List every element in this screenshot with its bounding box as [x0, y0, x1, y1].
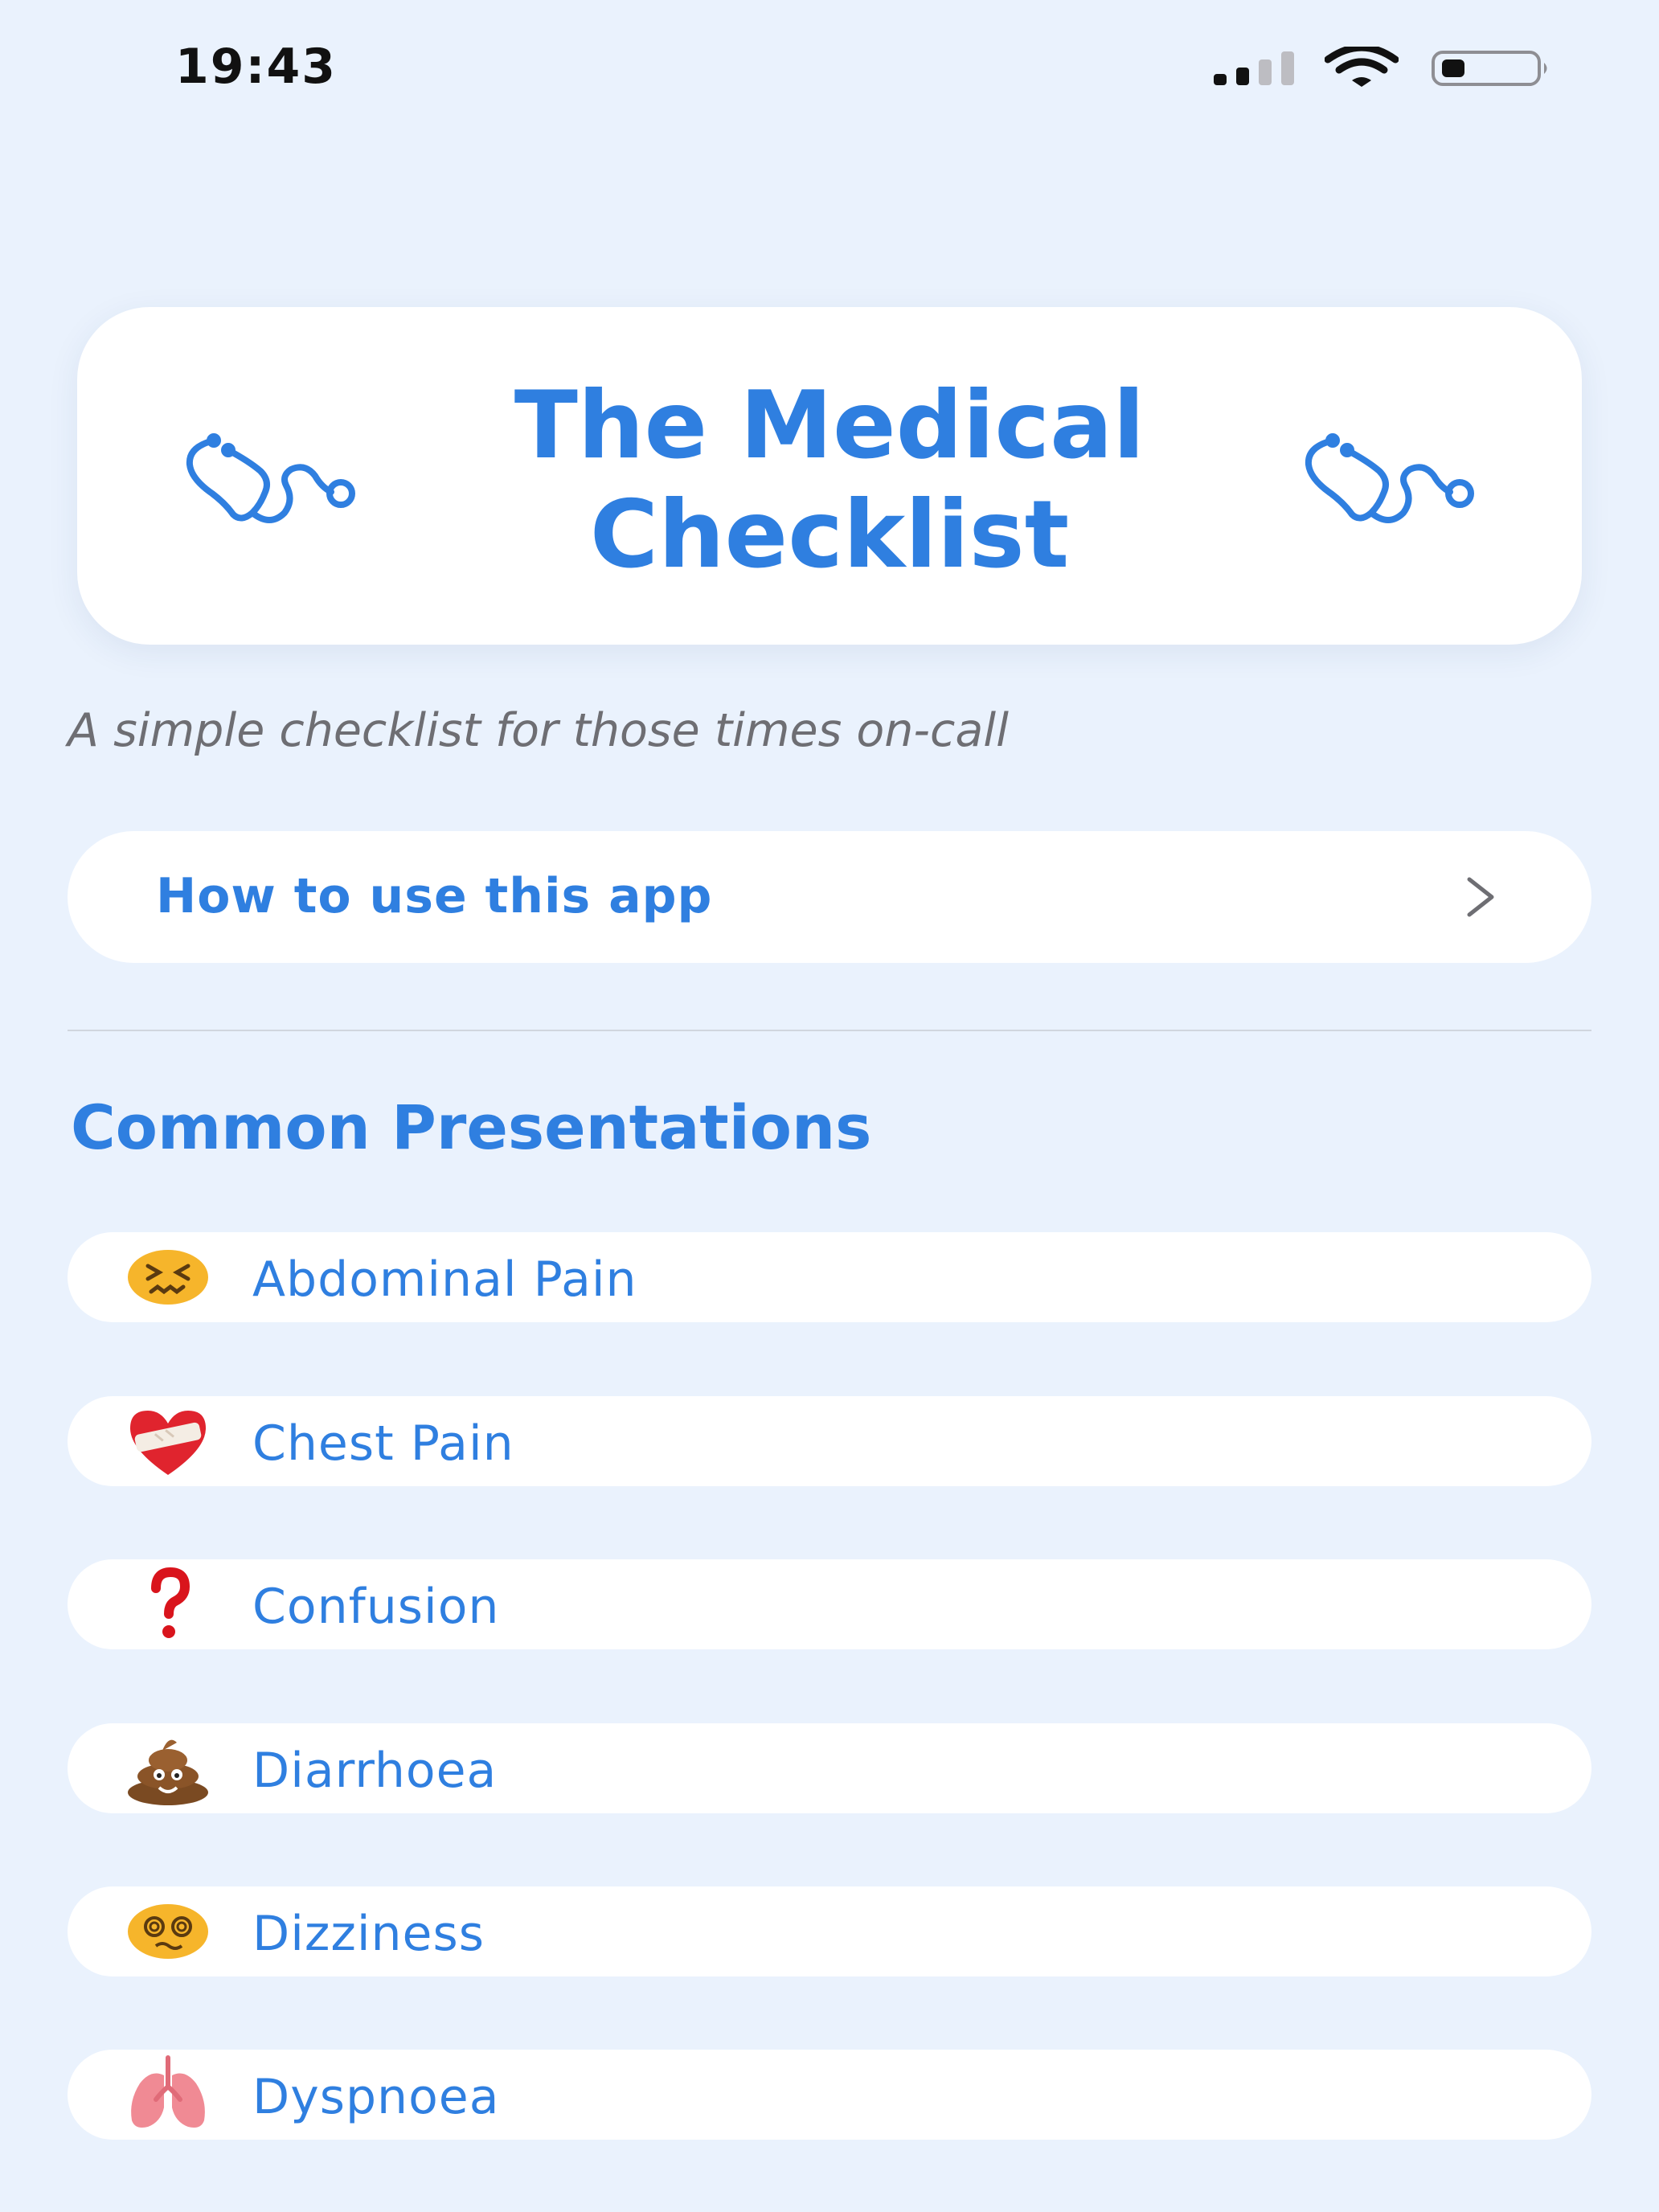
list-item-label: Dizziness: [252, 1906, 485, 1962]
list-item-label: Confusion: [252, 1579, 500, 1635]
list-item-diarrhoea[interactable]: Diarrhoea: [68, 1723, 1591, 1813]
section-title: Common Presentations: [71, 1092, 872, 1163]
title-card: The Medical Checklist: [77, 307, 1582, 645]
cellular-signal-icon: [1214, 51, 1294, 85]
dizzy-face-icon: [128, 1904, 208, 1959]
list-item-label: Chest Pain: [252, 1415, 514, 1472]
confounded-face-icon: [128, 1250, 208, 1305]
pile-of-poo-icon: [128, 1739, 208, 1805]
list-item-label: Abdominal Pain: [252, 1251, 637, 1308]
stethoscope-icon: [1305, 433, 1474, 523]
chevron-right-icon: [1467, 877, 1494, 917]
list-item-dyspnoea[interactable]: Dyspnoea: [68, 2050, 1591, 2140]
lungs-icon: [131, 2055, 205, 2128]
mending-heart-icon: [130, 1411, 206, 1475]
how-to-use-label: How to use this app: [156, 868, 713, 924]
how-to-use-button[interactable]: How to use this app: [68, 831, 1591, 963]
status-bar: 19:43: [0, 0, 1659, 137]
list-item-abdominal-pain[interactable]: Abdominal Pain: [68, 1232, 1591, 1322]
list-item-chest-pain[interactable]: Chest Pain: [68, 1396, 1591, 1486]
wifi-icon: [1325, 47, 1399, 87]
subtitle: A simple checklist for those times on-ca…: [68, 704, 1009, 757]
list-item-label: Diarrhoea: [252, 1743, 498, 1799]
question-mark-icon: [151, 1567, 190, 1638]
list-item-confusion[interactable]: Confusion: [68, 1559, 1591, 1649]
list-item-dizziness[interactable]: Dizziness: [68, 1886, 1591, 1976]
divider: [68, 1030, 1591, 1031]
list-item-label: Dyspnoea: [252, 2069, 500, 2125]
page-title: The Medical Checklist: [514, 371, 1145, 589]
stethoscope-icon: [186, 433, 355, 523]
battery-icon: [1432, 51, 1547, 86]
status-time: 19:43: [175, 39, 337, 95]
